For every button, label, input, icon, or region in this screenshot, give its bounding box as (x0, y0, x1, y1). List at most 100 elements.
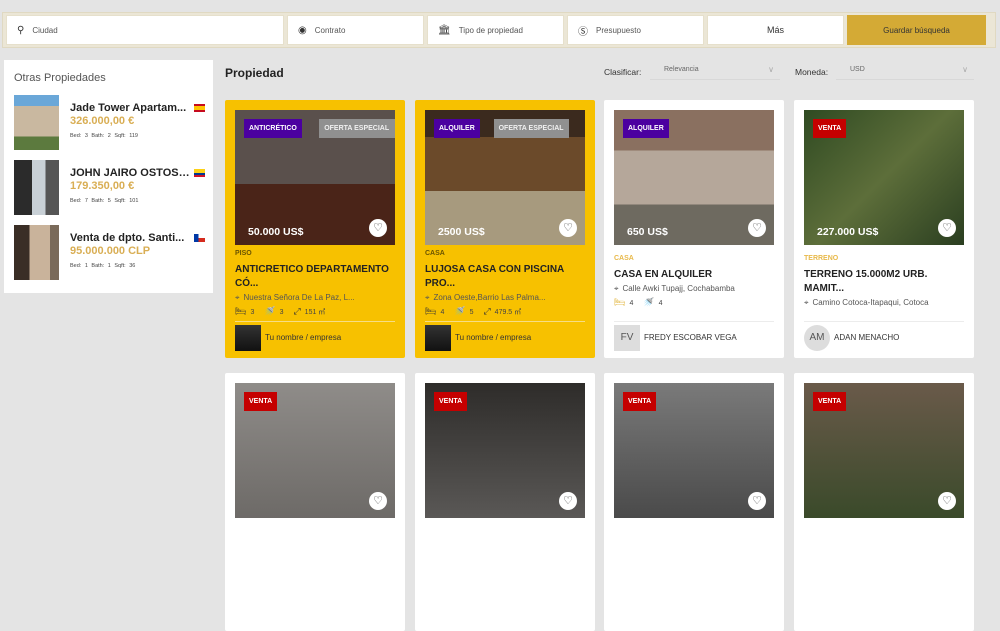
chevron-down-icon: ∨ (768, 65, 774, 74)
property-address: ⌖ Zona Oeste,Barrio Las Palma... (425, 293, 546, 303)
bed-value: 4 (629, 300, 634, 307)
flag-chile-icon (194, 234, 205, 242)
budget-filter[interactable]: Ⓢ Presupuesto (567, 15, 704, 45)
bed-value: 3 (250, 309, 255, 316)
contract-filter[interactable]: ◉ Contrato (287, 15, 424, 45)
contract-label: Contrato (314, 25, 346, 35)
property-title[interactable]: ANTICRETICO DEPARTAMENTO CÓ... (235, 263, 400, 291)
sidebar-property-item[interactable]: Venta de dpto. Santi... 95.000.000 CLP Bed… (14, 225, 209, 280)
property-card[interactable]: VENTA ♡ (604, 373, 784, 631)
badge-venta: VENTA (244, 392, 278, 411)
property-card[interactable]: ALQUILER ♡ 650 US$ CASA CASA EN ALQUILER ⌖ Cal… (604, 100, 784, 358)
sort-label: Clasificar: (604, 67, 642, 77)
search-icon: ⚲ (17, 24, 25, 36)
bed-icon: 🛏 (614, 297, 626, 307)
property-meta: Bed: 7 Bath: 5 Sqft: 101 (70, 198, 139, 204)
agent-avatar[interactable] (235, 325, 261, 351)
target-icon: ◉ (298, 24, 307, 36)
address-text: Camino Cotoca-Itapaqui, Cotoca (812, 298, 929, 307)
bed-value: 4 (440, 309, 445, 316)
agent-avatar[interactable] (425, 325, 451, 351)
property-features: 🛏 4 🚿 4 (614, 297, 662, 308)
property-card[interactable]: VENTA ♡ (415, 373, 595, 631)
property-card[interactable]: VENTA ♡ (225, 373, 405, 631)
property-title[interactable]: CASA EN ALQUILER (614, 268, 779, 282)
save-search-button[interactable]: Guardar búsqueda (847, 15, 986, 45)
property-title[interactable]: LUJOSA CASA CON PISCINA PRO... (425, 263, 590, 291)
bed-icon: 🛏 (235, 306, 247, 316)
agent-name[interactable]: ADAN MENACHO (834, 333, 899, 342)
address-text: Nuestra Señora De La Paz, L... (243, 293, 355, 302)
property-type: TERRENO (804, 255, 839, 262)
property-price: 179.350,00 € (70, 180, 135, 192)
more-filters-button[interactable]: Más (707, 15, 844, 45)
property-image[interactable]: VENTA ♡ 227.000 US$ (804, 110, 964, 245)
bed-icon: 🛏 (425, 306, 437, 316)
sidebar-property-item[interactable]: JOHN JAIRO OSTOS ... 179.350,00 € Bed: 7 B… (14, 160, 209, 215)
bath-icon: 🚿 (454, 306, 466, 316)
agent-name[interactable]: FREDY ESCOBAR VEGA (644, 333, 737, 342)
divider (804, 321, 964, 322)
favorite-heart-icon[interactable]: ♡ (369, 219, 387, 237)
feature-area: ⤢ 151 ㎡ (293, 306, 325, 317)
favorite-heart-icon[interactable]: ♡ (559, 219, 577, 237)
dollar-icon: Ⓢ (578, 26, 588, 38)
address-text: Calle Awki Tupajj, Cochabamba (622, 284, 735, 293)
favorite-heart-icon[interactable]: ♡ (369, 492, 387, 510)
favorite-heart-icon[interactable]: ♡ (559, 492, 577, 510)
chevron-down-icon: ∨ (962, 65, 968, 74)
feature-area: ⤢ 479.5 ㎡ (483, 306, 521, 317)
property-thumbnail[interactable] (14, 225, 59, 280)
flag-spain-icon (194, 104, 205, 112)
property-image[interactable]: VENTA ♡ (425, 383, 585, 518)
property-image[interactable]: ALQUILER ♡ 650 US$ (614, 110, 774, 245)
property-image[interactable]: VENTA ♡ (614, 383, 774, 518)
property-type: CASA (425, 250, 445, 257)
favorite-heart-icon[interactable]: ♡ (748, 492, 766, 510)
sidebar-title: Otras Propiedades (14, 72, 106, 84)
bath-value: 4 (658, 300, 663, 307)
property-type-filter[interactable]: 🏛 Tipo de propiedad (427, 15, 564, 45)
property-address: ⌖ Camino Cotoca-Itapaqui, Cotoca (804, 298, 929, 308)
property-name[interactable]: JOHN JAIRO OSTOS ... (70, 167, 190, 179)
property-image[interactable]: VENTA ♡ (235, 383, 395, 518)
property-image[interactable]: ANTICRÉTICO OFERTA ESPECIAL ♡ 50.000 US$ (235, 110, 395, 245)
location-pin-icon: ⌖ (235, 293, 240, 302)
property-address: ⌖ Calle Awki Tupajj, Cochabamba (614, 284, 735, 294)
property-card[interactable]: VENTA ♡ (794, 373, 974, 631)
property-title[interactable]: TERRENO 15.000M2 URB. MAMIT... (804, 268, 969, 296)
agent-name[interactable]: Tu nombre / empresa (455, 333, 531, 342)
property-name[interactable]: Venta de dpto. Santi... (70, 232, 190, 244)
property-image[interactable]: ALQUILER OFERTA ESPECIAL ♡ 2500 US$ (425, 110, 585, 245)
favorite-heart-icon[interactable]: ♡ (748, 219, 766, 237)
agent-avatar[interactable]: AM (804, 325, 830, 351)
favorite-heart-icon[interactable]: ♡ (938, 219, 956, 237)
city-input[interactable]: ⚲ Ciudad (6, 15, 284, 45)
location-pin-icon: ⌖ (425, 293, 430, 302)
agent-name[interactable]: Tu nombre / empresa (265, 333, 341, 342)
property-image[interactable]: VENTA ♡ (804, 383, 964, 518)
property-thumbnail[interactable] (14, 160, 59, 215)
divider (235, 321, 395, 322)
favorite-heart-icon[interactable]: ♡ (938, 492, 956, 510)
property-card[interactable]: ALQUILER OFERTA ESPECIAL ♡ 2500 US$ CASA LUJO… (415, 100, 595, 358)
badge-oferta-especial: OFERTA ESPECIAL (493, 119, 569, 138)
property-name[interactable]: Jade Tower Apartam... (70, 102, 190, 114)
feature-bath: 🚿 4 (643, 297, 662, 308)
currency-value: USD (850, 66, 865, 73)
bath-icon: 🚿 (264, 306, 276, 316)
property-card[interactable]: VENTA ♡ 227.000 US$ TERRENO TERRENO 15.000M2… (794, 100, 974, 358)
bath-value: 5 (469, 309, 474, 316)
agent-avatar[interactable]: FV (614, 325, 640, 351)
property-card[interactable]: ANTICRÉTICO OFERTA ESPECIAL ♡ 50.000 US$ PIS… (225, 100, 405, 358)
address-text: Zona Oeste,Barrio Las Palma... (433, 293, 546, 302)
currency-select[interactable]: USD ∨ (836, 62, 974, 80)
sidebar-property-item[interactable]: Jade Tower Apartam... 326.000,00 € Bed: 3 … (14, 95, 209, 150)
property-type: CASA (614, 255, 634, 262)
sort-select[interactable]: Relevancia ∨ (650, 62, 780, 80)
property-thumbnail[interactable] (14, 95, 59, 150)
feature-bed: 🛏 3 (235, 306, 254, 317)
area-value: 151 ㎡ (304, 309, 326, 316)
building-icon: 🏛 (438, 24, 451, 36)
divider (425, 321, 585, 322)
